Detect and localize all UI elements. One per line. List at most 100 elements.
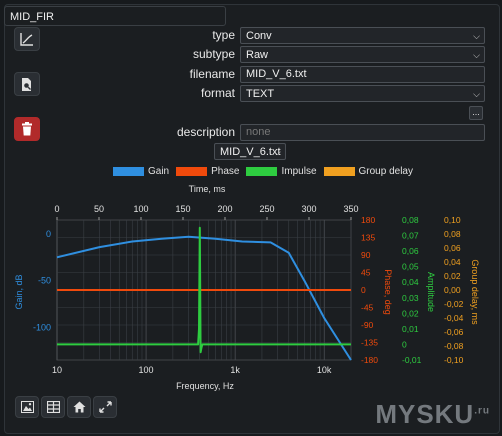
amplitude-tick-label: 0 <box>402 339 407 349</box>
amplitude-tick-label: 0,02 <box>402 308 419 318</box>
filter-name-tab[interactable]: MID_FIR <box>4 6 226 26</box>
description-input[interactable]: none <box>240 124 485 141</box>
amplitude-tick-label: 0,08 <box>402 215 419 225</box>
group-delay-tick-label: -0,04 <box>444 313 464 323</box>
phase-tick-label: 90 <box>361 250 371 260</box>
table-view-button[interactable] <box>41 396 65 418</box>
amplitude-tick-label: 0,04 <box>402 277 419 287</box>
time-tick-label: 300 <box>301 204 316 214</box>
legend-swatch-group-delay <box>323 167 355 176</box>
group-delay-axis-label: Group delay, ms <box>470 259 480 325</box>
table-icon <box>46 401 60 413</box>
legend-swatch-phase <box>176 167 208 176</box>
group-delay-tick-label: 0,10 <box>444 215 461 225</box>
time-tick-label: 250 <box>259 204 274 214</box>
save-image-button[interactable] <box>15 396 39 418</box>
group-delay-tick-label: 0,08 <box>444 229 461 239</box>
format-label: format <box>200 86 235 100</box>
filename-label: filename <box>189 67 235 81</box>
watermark-suffix: .ru <box>474 405 490 417</box>
time-tick-label: 50 <box>94 204 104 214</box>
watermark-text: MYSKU <box>375 399 475 429</box>
browse-file-button[interactable]: ... <box>469 106 483 120</box>
save-image-icon <box>20 401 34 413</box>
legend-label-gain: Gain <box>148 166 170 177</box>
chevron-down-icon: ⌵ <box>473 31 480 41</box>
legend-item-impulse[interactable]: Impulse <box>246 166 317 177</box>
amplitude-tick-label: 0,07 <box>402 231 419 241</box>
chevron-down-icon: ⌵ <box>473 50 480 60</box>
subtype-select-value: Raw <box>246 49 269 61</box>
filename-input[interactable]: MID_V_6.txt <box>240 66 485 83</box>
phase-axis-label: Phase, deg <box>383 269 393 315</box>
group-delay-tick-label: 0,04 <box>444 257 461 267</box>
watermark: MYSKU.ru <box>375 399 490 430</box>
amplitude-tick-label: 0,03 <box>402 293 419 303</box>
legend-item-group-delay[interactable]: Group delay <box>323 166 413 177</box>
frequency-tick-label: 1k <box>230 365 240 375</box>
file-search-icon <box>22 77 31 91</box>
chart-line-icon <box>20 33 33 46</box>
group-delay-tick-label: -0,10 <box>444 355 464 365</box>
chevron-down-icon: ⌵ <box>473 89 480 99</box>
time-tick-label: 150 <box>175 204 190 214</box>
time-tick-label: 350 <box>343 204 358 214</box>
time-axis-label: Time, ms <box>189 184 226 194</box>
group-delay-tick-label: -0,08 <box>444 341 464 351</box>
frequency-tick-label: 10k <box>317 365 332 375</box>
frequency-response-chart[interactable]: 0 50 100 150 200 250 300 350 10 100 1k 10k 0 -50 -100 1… <box>0 182 502 392</box>
group-delay-tick-label: 0,02 <box>444 271 461 281</box>
phase-tick-label: 45 <box>361 268 371 278</box>
frequency-tick-label: 100 <box>139 365 154 375</box>
file-search-button[interactable] <box>14 72 40 96</box>
time-tick-label: 0 <box>54 204 59 214</box>
type-select[interactable]: Conv ⌵ <box>240 27 485 44</box>
group-delay-tick-label: 0,06 <box>444 243 461 253</box>
chart-legend: Gain Phase Impulse Group delay <box>113 166 420 177</box>
phase-tick-label: -135 <box>361 338 378 348</box>
frequency-tick-label: 10 <box>52 365 62 375</box>
phase-tick-label: 135 <box>361 233 375 243</box>
legend-swatch-impulse <box>246 167 278 176</box>
time-tick-label: 200 <box>217 204 232 214</box>
legend-item-gain[interactable]: Gain <box>113 166 169 177</box>
amplitude-tick-label: 0,05 <box>402 262 419 272</box>
type-select-value: Conv <box>246 30 272 42</box>
trash-icon <box>22 122 32 136</box>
legend-label-phase: Phase <box>211 166 240 177</box>
legend-item-phase[interactable]: Phase <box>176 166 239 177</box>
delete-button[interactable] <box>14 117 40 141</box>
gain-axis-label: Gain, dB <box>14 274 24 309</box>
phase-tick-label: -45 <box>361 303 374 313</box>
subtype-select[interactable]: Raw ⌵ <box>240 46 485 63</box>
type-label: type <box>212 28 235 42</box>
response-file-select-value: MID_V_6.txt <box>220 146 281 158</box>
group-delay-tick-label: -0,02 <box>444 299 464 309</box>
response-file-select[interactable]: MID_V_6.txt ⌵ <box>214 143 286 160</box>
chart-line-button[interactable] <box>14 27 40 51</box>
phase-tick-label: -180 <box>361 355 378 365</box>
legend-swatch-gain <box>113 167 144 176</box>
chevron-down-icon: ⌵ <box>274 147 281 157</box>
fullscreen-button[interactable] <box>93 396 117 418</box>
fullscreen-icon <box>98 401 112 413</box>
frequency-axis-label: Frequency, Hz <box>176 381 234 391</box>
legend-label-impulse: Impulse <box>281 166 317 177</box>
description-label: description <box>176 125 235 139</box>
phase-tick-label: -90 <box>361 320 374 330</box>
time-tick-label: 100 <box>133 204 148 214</box>
amplitude-axis-label: Amplitude <box>426 272 436 312</box>
amplitude-tick-label: -0,01 <box>402 355 422 365</box>
amplitude-tick-label: 0,01 <box>402 324 419 334</box>
amplitude-tick-label: 0,06 <box>402 246 419 256</box>
gain-tick-label: -50 <box>38 276 51 286</box>
gain-tick-label: 0 <box>46 229 51 239</box>
legend-label-group-delay: Group delay <box>358 166 413 177</box>
phase-tick-label: 0 <box>361 285 366 295</box>
group-delay-tick-label: -0,06 <box>444 327 464 337</box>
subtype-label: subtype <box>192 47 235 61</box>
format-select[interactable]: TEXT ⌵ <box>240 85 485 102</box>
home-button[interactable] <box>67 396 91 418</box>
home-icon <box>73 401 85 413</box>
group-delay-tick-label: 0,00 <box>444 285 461 295</box>
